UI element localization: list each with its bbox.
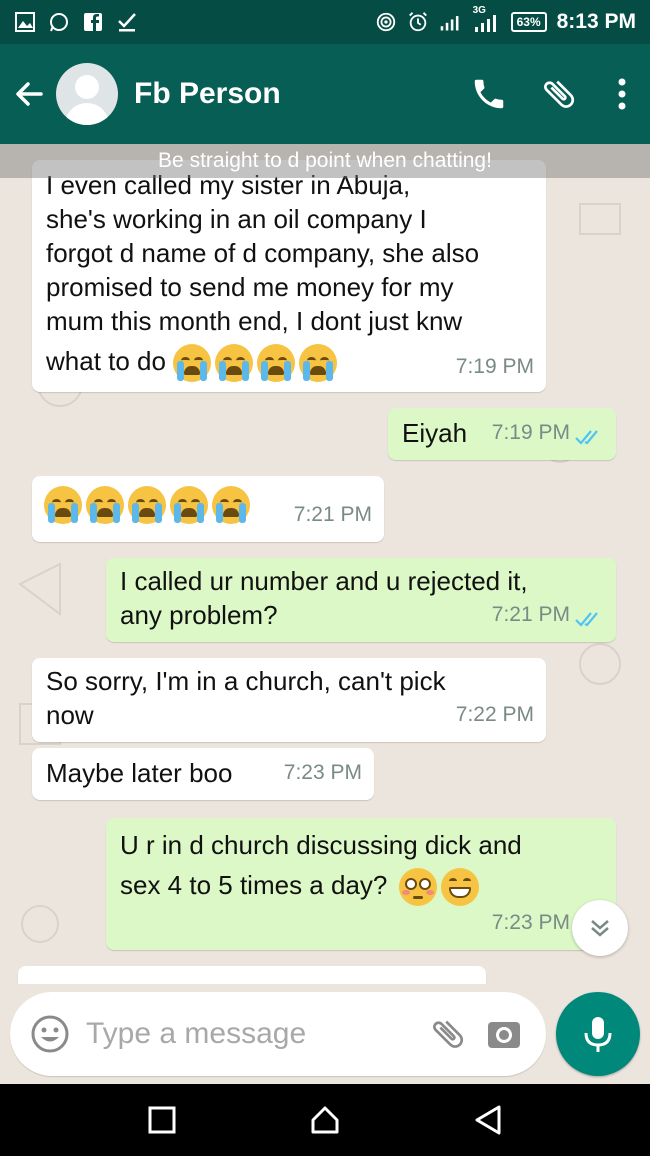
crying-emoji-icon <box>173 344 212 383</box>
voice-message-button[interactable] <box>556 992 640 1076</box>
arrow-left-icon <box>16 82 43 106</box>
message-time: 7:23 PM <box>491 911 570 934</box>
read-ticks-icon <box>575 430 598 445</box>
message-time: 7:19 PM <box>455 355 534 378</box>
flushed-emoji-icon <box>398 868 437 907</box>
message-outgoing[interactable]: Eiyah 7:19 PM <box>388 408 616 460</box>
attach-button[interactable] <box>524 64 594 124</box>
signal-icon <box>439 11 461 33</box>
navigation-bar <box>0 1084 650 1156</box>
more-vertical-icon <box>618 78 626 110</box>
message-time: 7:21 PM <box>491 603 570 626</box>
gallery-icon <box>14 11 36 33</box>
message-field <box>10 992 546 1076</box>
download-done-icon <box>116 11 138 33</box>
message-line: mum this month end, I dont just knw <box>46 306 463 336</box>
back-nav-button[interactable] <box>458 1090 518 1150</box>
attach-file-button[interactable] <box>420 1006 476 1062</box>
message-incoming[interactable]: Maybe later boo 7:23 PM <box>32 748 374 800</box>
camera-icon <box>488 1022 520 1048</box>
crying-emoji-icon <box>212 486 250 525</box>
phone-icon <box>474 79 504 109</box>
crying-emoji-icon <box>299 344 338 383</box>
call-button[interactable] <box>454 64 524 124</box>
chat-header: Fb Person <box>0 44 650 144</box>
message-line: U r in d church discussing dick and <box>120 830 522 860</box>
home-button[interactable] <box>295 1090 355 1150</box>
battery-indicator: 63% <box>510 12 547 32</box>
square-icon <box>148 1106 176 1134</box>
triangle-back-icon <box>475 1105 501 1135</box>
hotspot-icon <box>375 11 397 33</box>
message-incoming-partial[interactable] <box>18 966 486 984</box>
crying-emoji-icon <box>44 486 82 525</box>
crying-emoji-icon <box>128 486 166 525</box>
signal-3g-icon: 3G <box>471 5 501 33</box>
message-input[interactable] <box>86 1017 386 1051</box>
message-line: promised to send me money for my <box>46 272 454 302</box>
message-outgoing[interactable]: U r in d church discussing dick and sex … <box>106 818 616 950</box>
message-time: 7:21 PM <box>293 503 372 526</box>
recents-button[interactable] <box>132 1090 192 1150</box>
message-text: Eiyah <box>402 418 468 448</box>
emoji-button[interactable] <box>22 1006 78 1062</box>
back-button[interactable] <box>4 68 56 120</box>
message-incoming[interactable]: I even called my sister in Abuja, she's … <box>32 160 546 392</box>
message-line: what to do <box>46 346 166 376</box>
message-incoming[interactable]: 7:21 PM <box>32 476 384 542</box>
paperclip-icon <box>433 1020 464 1048</box>
status-bar: 3G 63% 8:13 PM <box>0 0 650 44</box>
message-incoming[interactable]: So sorry, I'm in a church, can't pick no… <box>32 658 546 742</box>
message-line: sex 4 to 5 times a day? <box>120 870 388 900</box>
clock: 8:13 PM <box>556 10 636 33</box>
message-line: forgot d name of d company, she also <box>46 238 480 268</box>
read-ticks-icon <box>575 612 598 627</box>
alarm-icon <box>407 11 429 33</box>
paperclip-icon <box>544 80 575 108</box>
more-options-button[interactable] <box>594 64 650 124</box>
message-line: I called ur number and u rejected it, <box>120 566 528 596</box>
smiley-icon <box>31 1015 69 1053</box>
message-time: 7:19 PM <box>491 421 570 444</box>
message-time: 7:23 PM <box>283 761 362 784</box>
avatar[interactable] <box>56 63 118 125</box>
message-line: she's working in an oil company I <box>46 204 427 234</box>
composer <box>0 984 650 1084</box>
scroll-to-bottom-button[interactable] <box>572 900 628 956</box>
message-line: So sorry, I'm in a church, can't pick <box>46 666 446 696</box>
network-type: 3G <box>472 5 486 16</box>
message-time: 7:22 PM <box>455 703 534 726</box>
crying-emoji-icon <box>86 486 124 525</box>
camera-button[interactable] <box>476 1006 532 1062</box>
chat-banner: Be straight to d point when chatting! <box>0 144 650 178</box>
message-text: Maybe later boo <box>46 758 233 788</box>
home-icon <box>311 1106 339 1134</box>
crying-emoji-icon <box>257 344 296 383</box>
whatsapp-icon <box>48 11 70 33</box>
microphone-icon <box>584 1017 612 1052</box>
crying-emoji-icon <box>215 344 254 383</box>
grinning-emoji-icon <box>440 868 479 907</box>
double-chevron-down-icon <box>591 920 609 937</box>
contact-name[interactable]: Fb Person <box>134 77 454 111</box>
crying-emoji-icon <box>170 486 208 525</box>
facebook-icon <box>82 11 104 33</box>
chat-area[interactable]: Be straight to d point when chatting! I … <box>0 144 650 984</box>
message-outgoing[interactable]: I called ur number and u rejected it, an… <box>106 558 616 642</box>
